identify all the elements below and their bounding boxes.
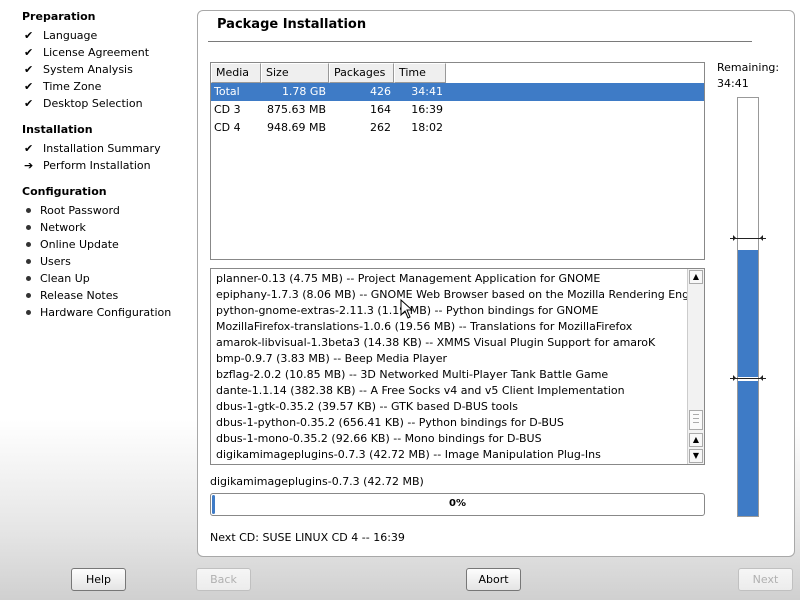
table-row[interactable]: CD 3 875.63 MB 164 16:39 [211, 101, 704, 119]
check-icon: ✔ [24, 96, 34, 110]
step-clean-up: Clean Up [24, 270, 90, 286]
bullet-icon [26, 207, 31, 213]
back-button[interactable]: Back [196, 568, 251, 591]
step-installation-summary: ✔ Installation Summary [24, 141, 161, 155]
check-icon: ✔ [24, 62, 34, 76]
step-root-password: Root Password [24, 202, 120, 218]
column-header-time[interactable]: Time [394, 63, 446, 83]
column-header-packages[interactable]: Packages [329, 63, 394, 83]
package-progress-bar: 0% [210, 493, 705, 516]
scroll-up-arrow-icon[interactable]: ▲ [689, 270, 703, 284]
check-icon: ✔ [24, 45, 34, 59]
list-item: dante-1.1.14 (382.38 KB) -- A Free Socks… [216, 384, 625, 397]
progress-percent: 0% [449, 498, 466, 509]
step-system-analysis: ✔ System Analysis [24, 62, 133, 76]
step-time-zone: ✔ Time Zone [24, 79, 102, 93]
section-title-preparation: Preparation [22, 10, 96, 23]
bullet-icon [26, 241, 31, 247]
scrollbar-thumb[interactable] [689, 410, 703, 430]
step-language: ✔ Language [24, 28, 98, 42]
check-icon: ✔ [24, 141, 34, 155]
column-header-size[interactable]: Size [261, 63, 329, 83]
step-online-update: Online Update [24, 236, 119, 252]
list-item: MozillaFirefox-translations-1.0.6 (19.56… [216, 320, 633, 333]
step-perform-installation: ➔ Perform Installation [24, 158, 151, 172]
step-hardware-configuration: Hardware Configuration [24, 304, 171, 320]
gauge-marker-icon [730, 375, 766, 381]
bullet-icon [26, 224, 31, 230]
next-button[interactable]: Next [738, 568, 793, 591]
arrow-right-icon: ➔ [24, 158, 34, 172]
list-item: amarok-libvisual-1.3beta3 (14.38 KB) -- … [216, 336, 656, 349]
section-title-installation: Installation [22, 123, 93, 136]
list-item: digikamimageplugins-0.7.3 (42.72 MB) -- … [216, 448, 601, 461]
bullet-icon [26, 258, 31, 264]
step-network: Network [24, 219, 86, 235]
remaining-label: Remaining: 34:41 [717, 61, 780, 90]
main-panel: Package Installation Media Size Packages… [197, 10, 795, 557]
table-header: Media Size Packages Time [211, 63, 704, 83]
gauge-segment-cd4 [738, 381, 758, 516]
list-item: dbus-1-gtk-0.35.2 (39.57 KB) -- GTK base… [216, 400, 518, 413]
section-title-configuration: Configuration [22, 185, 107, 198]
list-item: dbus-1-mono-0.35.2 (92.66 KB) -- Mono bi… [216, 432, 542, 445]
vertical-scrollbar[interactable]: ▲ ▲ ▼ [687, 269, 704, 464]
next-cd-label: Next CD: SUSE LINUX CD 4 -- 16:39 [210, 531, 405, 544]
help-button[interactable]: Help [71, 568, 126, 591]
package-log-list[interactable]: planner-0.13 (4.75 MB) -- Project Manage… [210, 268, 705, 465]
media-table[interactable]: Media Size Packages Time Total 1.78 GB 4… [210, 62, 705, 260]
mouse-pointer-icon [400, 299, 414, 319]
step-desktop-selection: ✔ Desktop Selection [24, 96, 143, 110]
column-header-media[interactable]: Media [211, 63, 261, 83]
scroll-up-arrow-icon[interactable]: ▲ [689, 433, 703, 447]
current-package-label: digikamimageplugins-0.7.3 (42.72 MB) [210, 475, 424, 488]
table-row[interactable]: Total 1.78 GB 426 34:41 [211, 83, 704, 101]
list-item: dbus-1-python-0.35.2 (656.41 KB) -- Pyth… [216, 416, 564, 429]
remaining-time: 34:41 [717, 77, 749, 90]
bullet-icon [26, 275, 31, 281]
table-row[interactable]: CD 4 948.69 MB 262 18:02 [211, 119, 704, 137]
check-icon: ✔ [24, 28, 34, 42]
list-item: epiphany-1.7.3 (8.06 MB) -- GNOME Web Br… [216, 288, 705, 301]
page-title: Package Installation [217, 17, 367, 32]
list-item: planner-0.13 (4.75 MB) -- Project Manage… [216, 272, 601, 285]
title-divider [208, 41, 752, 42]
scroll-down-arrow-icon[interactable]: ▼ [689, 449, 703, 463]
list-item: bzflag-2.0.2 (10.85 MB) -- 3D Networked … [216, 368, 609, 381]
remaining-time-gauge [730, 97, 766, 517]
step-release-notes: Release Notes [24, 287, 118, 303]
list-item: bmp-0.9.7 (3.83 MB) -- Beep Media Player [216, 352, 447, 365]
bullet-icon [26, 292, 31, 298]
gauge-segment-cd3 [738, 250, 758, 377]
bullet-icon [26, 309, 31, 315]
step-license-agreement: ✔ License Agreement [24, 45, 150, 59]
step-users: Users [24, 253, 71, 269]
wizard-steps-sidebar: Preparation ✔ Language ✔ License Agreement… [0, 0, 195, 560]
gauge-marker-icon [730, 235, 766, 241]
check-icon: ✔ [24, 79, 34, 93]
abort-button[interactable]: Abort [466, 568, 521, 591]
